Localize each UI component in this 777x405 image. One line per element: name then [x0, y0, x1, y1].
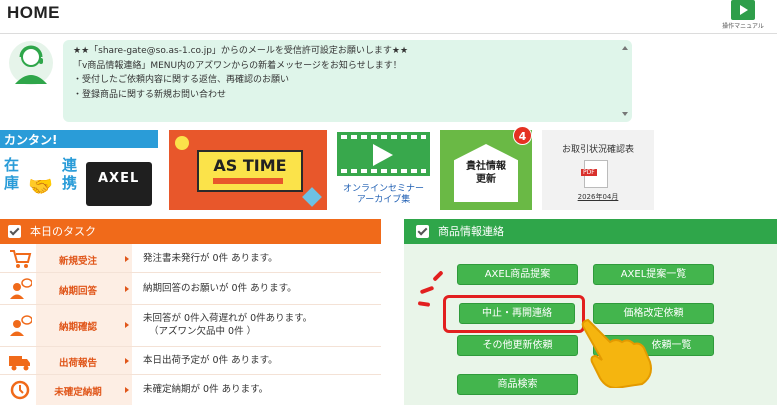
- checkbox-icon: [8, 225, 21, 238]
- banner-zaiko-text: 在庫: [4, 156, 20, 192]
- notice-line: 「v商品情報連絡」MENU内のアズワンからの新着メッセージをお知らせします！: [73, 60, 402, 71]
- banner-kantan-text: カンタン!: [4, 133, 58, 147]
- play-icon: [373, 144, 393, 166]
- task-text: 発注書未発行が 0件 あります。: [143, 253, 278, 264]
- seminar-caption: オンラインセミナー: [342, 184, 424, 194]
- arrow-right-icon: [125, 358, 129, 364]
- task-label[interactable]: 未確定納期: [36, 384, 120, 398]
- product-info-title: 商品情報連絡: [438, 225, 504, 238]
- page-title: HOME: [7, 3, 60, 22]
- task-row[interactable]: 出荷報告 本日出荷予定が 0件 あります。: [0, 347, 381, 375]
- task-row[interactable]: 未確定納期 未確定納期が 0件 あります。: [0, 375, 381, 405]
- task-label[interactable]: 納期確認: [36, 319, 120, 333]
- support-avatar-icon: [9, 41, 53, 85]
- task-text: 未回答が 0件入荷遅れが 0件あります。: [143, 313, 313, 324]
- notice-line: ・登録商品に関する新規お問い合わせ: [73, 89, 227, 100]
- truck-icon: [9, 356, 30, 371]
- person-chat-icon: [10, 315, 32, 336]
- top-bar: HOME 操作マニュアル: [0, 0, 777, 34]
- task-text: 納期回答のお願いが 0件 あります。: [143, 283, 297, 294]
- scroll-down-icon[interactable]: [622, 112, 628, 116]
- manual-label: 操作マニュアル: [722, 23, 764, 30]
- banner-renkei-text: 連携: [62, 156, 78, 192]
- task-label[interactable]: 納期回答: [36, 283, 120, 297]
- pointing-hand-icon: [581, 318, 652, 388]
- transaction-report-banner[interactable]: お取引状況確認表 PDF 2026年04月: [542, 130, 654, 210]
- notice-panel: ★★「share-gate@so.as-1.co.jp」からのメールを受信許可設…: [63, 40, 632, 122]
- cart-icon: [10, 250, 32, 268]
- person-chat-icon: [10, 278, 32, 299]
- film-icon: [337, 132, 430, 176]
- task-row[interactable]: 納期確認 未回答が 0件入荷遅れが 0件あります。 （アズワン欠品中 0件 ）: [0, 305, 381, 347]
- arrow-right-icon: [125, 322, 129, 328]
- axel-link-banner[interactable]: カンタン! 在庫 🤝 連携 AXEL: [0, 130, 158, 210]
- notice-line: ★★「share-gate@so.as-1.co.jp」からのメールを受信許可設…: [73, 46, 409, 56]
- task-label[interactable]: 新規受注: [36, 253, 120, 267]
- product-info-header: 商品情報連絡: [404, 219, 777, 244]
- other-update-button[interactable]: その他更新依頼: [457, 335, 578, 356]
- seminar-archive-banner[interactable]: オンラインセミナー アーカイブ集: [337, 130, 430, 210]
- pdf-icon: PDF: [581, 160, 608, 188]
- axel-proposal-button[interactable]: AXEL商品提案: [457, 264, 578, 285]
- astime-banner[interactable]: AS TIME: [169, 130, 327, 210]
- task-text: 未確定納期が 0件 あります。: [143, 384, 269, 395]
- axel-logo: AXEL: [98, 171, 140, 186]
- product-search-button[interactable]: 商品検索: [457, 374, 578, 395]
- arrow-right-icon: [125, 256, 129, 262]
- arrow-right-icon: [125, 286, 129, 292]
- task-text: 本日出荷予定が 0件 あります。: [143, 355, 278, 366]
- tasks-title: 本日のタスク: [30, 225, 96, 238]
- seminar-caption: アーカイブ集: [356, 195, 411, 205]
- astime-title: AS TIME: [213, 156, 287, 175]
- axel-proposal-list-button[interactable]: AXEL提案一覧: [593, 264, 714, 285]
- report-date-link[interactable]: 2026年04月: [542, 192, 654, 202]
- report-title: お取引状況確認表: [561, 145, 634, 155]
- notice-line: ・受付したご依頼内容に関する返信、再確認のお願い: [73, 75, 290, 85]
- video-icon: [731, 0, 755, 20]
- highlight-frame: [443, 295, 585, 333]
- checkbox-icon: [416, 225, 429, 238]
- task-text: （アズワン欠品中 0件 ）: [149, 326, 257, 337]
- task-label[interactable]: 出荷報告: [36, 355, 120, 369]
- notice-scrollbar[interactable]: [621, 44, 629, 118]
- company-info-label: 貴社情報: [466, 161, 506, 172]
- manual-button[interactable]: 操作マニュアル: [721, 0, 765, 32]
- tasks-header: 本日のタスク: [0, 219, 381, 244]
- company-info-label: 更新: [476, 174, 496, 185]
- clock-icon: [10, 380, 30, 400]
- task-row[interactable]: 納期回答 納期回答のお願いが 0件 あります。: [0, 273, 381, 305]
- task-row[interactable]: 新規受注 発注書未発行が 0件 あります。: [0, 244, 381, 273]
- arrow-right-icon: [125, 387, 129, 393]
- handshake-icon: 🤝: [28, 174, 53, 198]
- notification-badge: 4: [513, 126, 532, 145]
- scroll-up-icon[interactable]: [622, 46, 628, 50]
